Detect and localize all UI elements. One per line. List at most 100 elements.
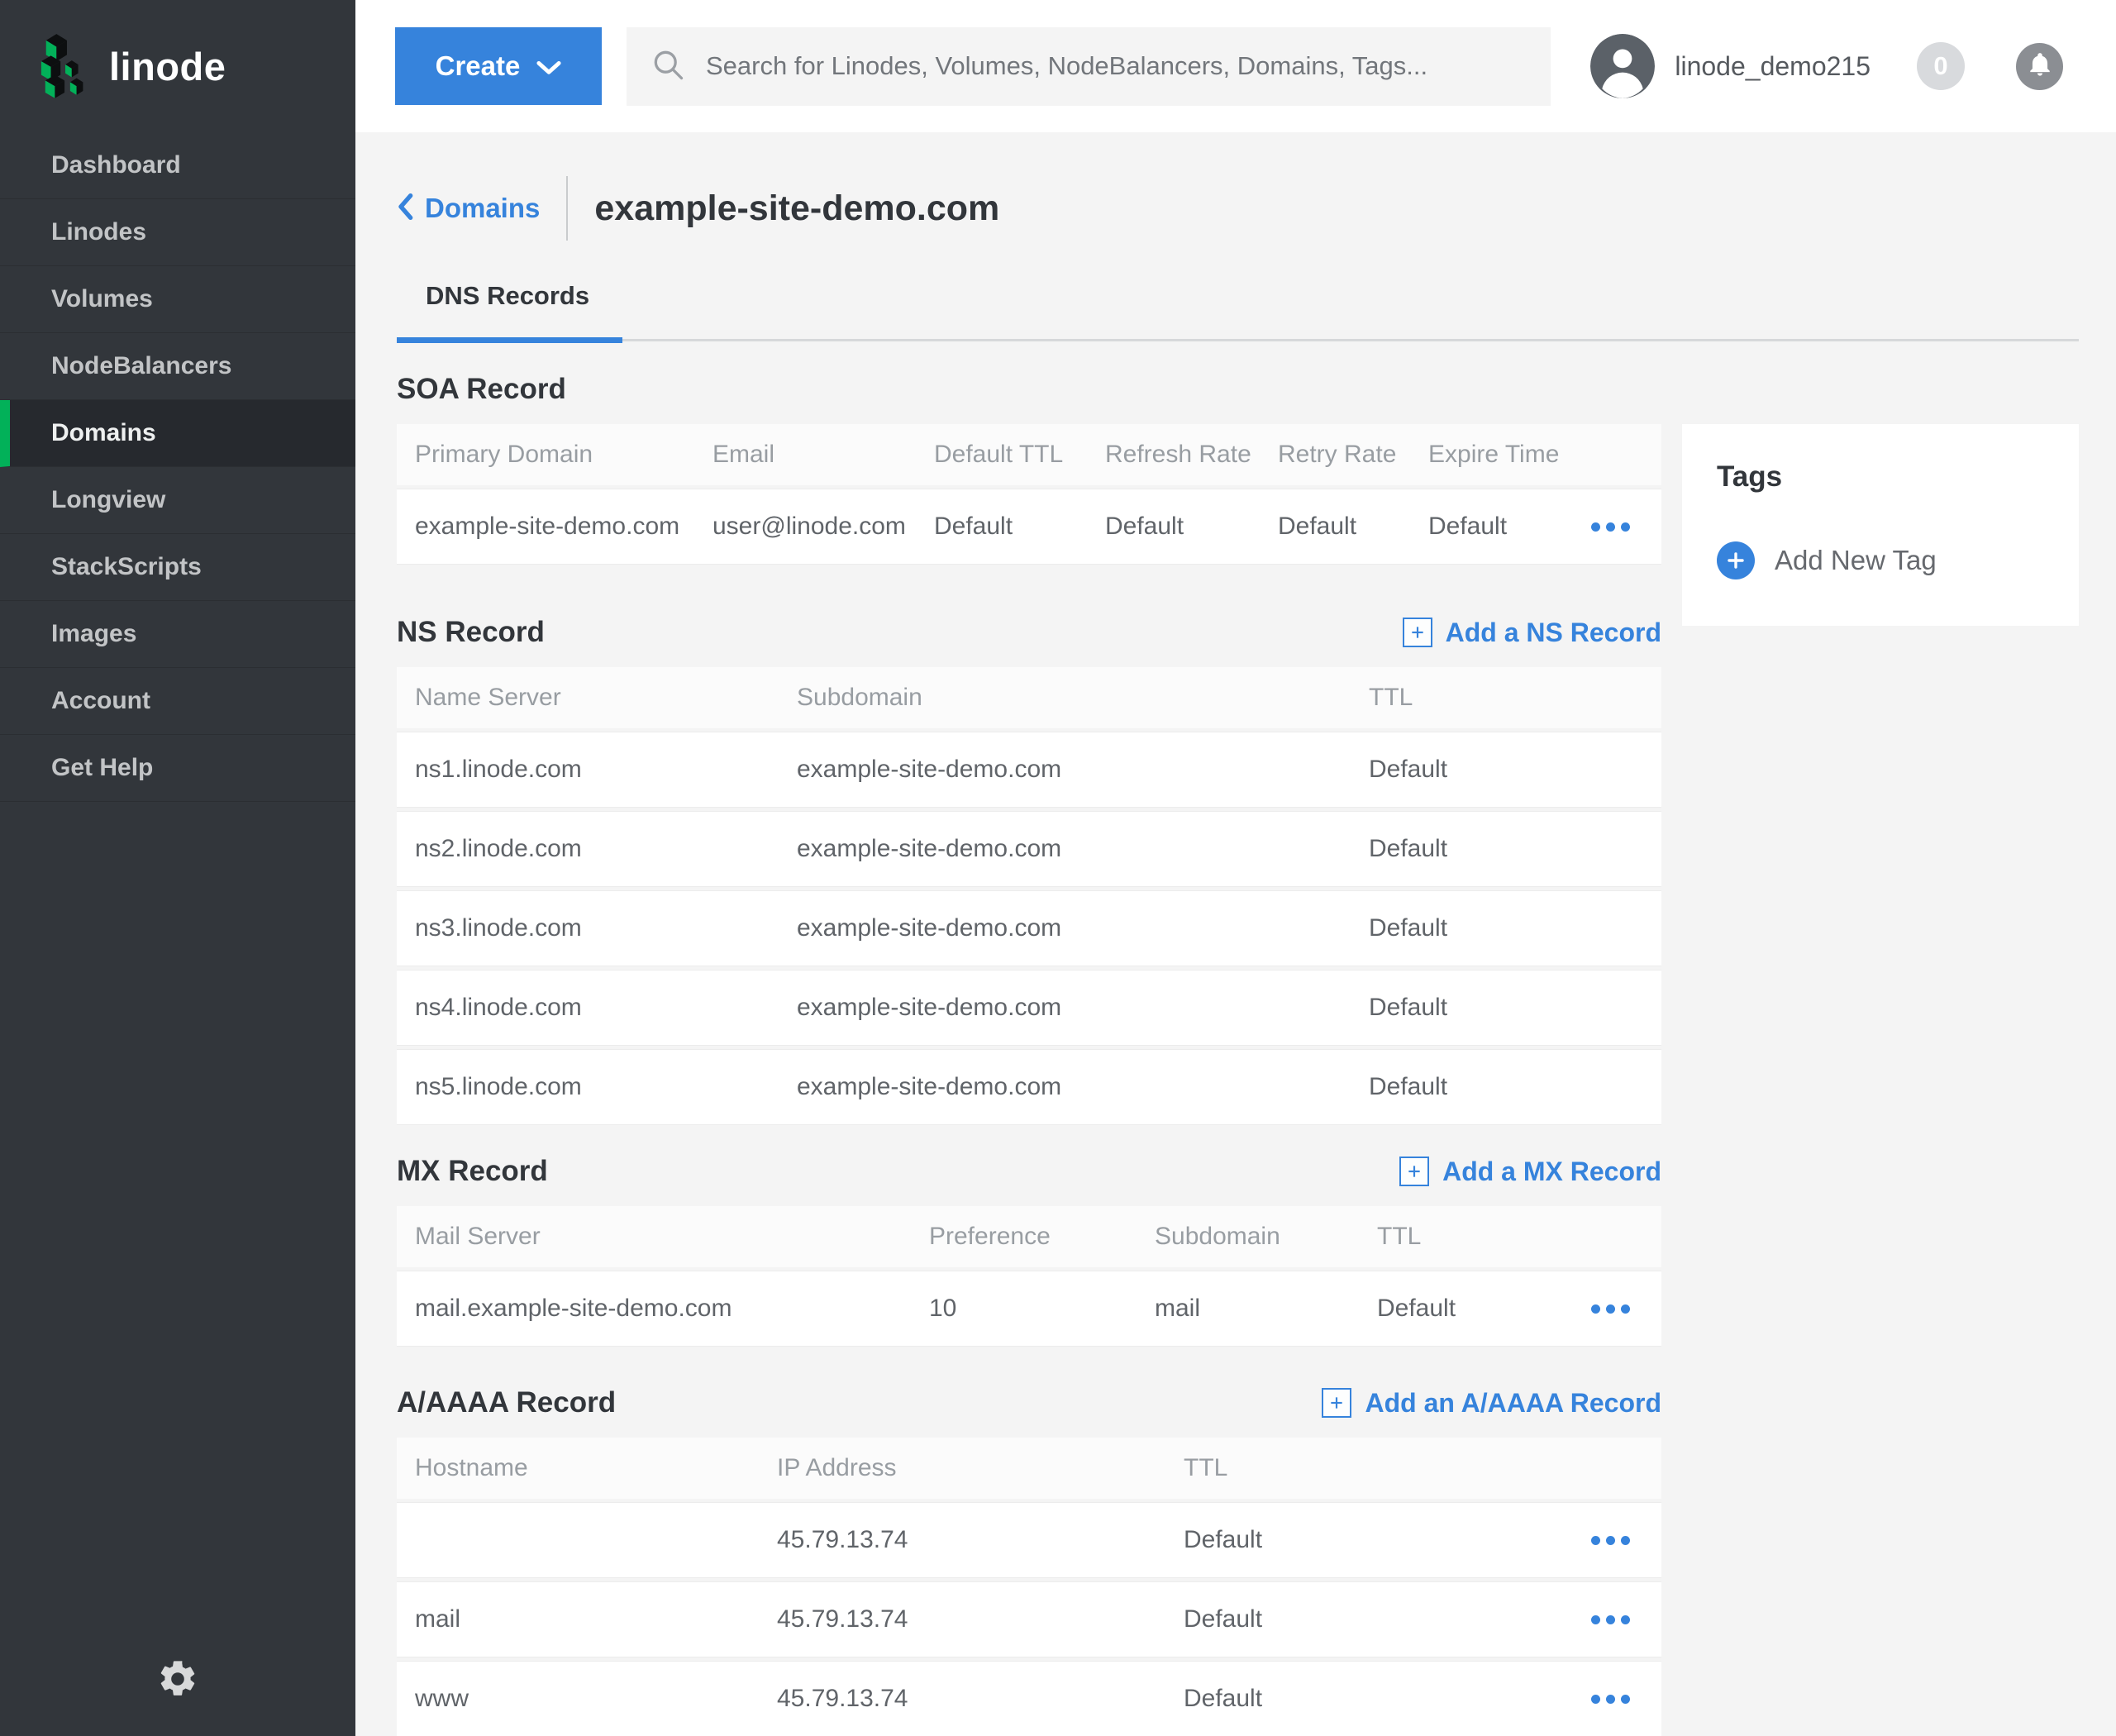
row-actions-menu-icon[interactable] xyxy=(1570,1536,1661,1545)
bell-icon xyxy=(2027,51,2053,82)
ns-ttl: Default xyxy=(1369,1073,1661,1101)
column-header: TTL xyxy=(1377,1223,1570,1251)
ns-subdomain: example-site-demo.com xyxy=(797,835,1369,863)
sidebar-item-volumes[interactable]: Volumes xyxy=(0,266,355,333)
row-actions-menu-icon[interactable] xyxy=(1570,1304,1661,1314)
column-header: TTL xyxy=(1184,1454,1570,1482)
global-search xyxy=(627,27,1551,106)
sidebar-item-images[interactable]: Images xyxy=(0,601,355,668)
a-ttl: Default xyxy=(1184,1685,1570,1713)
tags-panel-title: Tags xyxy=(1717,460,2044,494)
sidebar-item-label: NodeBalancers xyxy=(51,352,231,380)
mx-subdomain: mail xyxy=(1155,1295,1377,1323)
notification-count-badge[interactable]: 0 xyxy=(1917,42,1965,90)
sidebar-item-label: Longview xyxy=(51,486,165,514)
chevron-left-icon xyxy=(397,193,413,225)
avatar[interactable] xyxy=(1590,34,1655,98)
plus-circle-icon xyxy=(1717,541,1755,579)
sidebar-item-domains[interactable]: Domains xyxy=(0,400,355,467)
a-ip-address: 45.79.13.74 xyxy=(777,1605,1184,1633)
add-a-record-button[interactable]: Add an A/AAAA Record xyxy=(1322,1388,1661,1419)
table-row: 45.79.13.74 Default xyxy=(397,1502,1661,1578)
sidebar-item-label: Images xyxy=(51,620,136,648)
row-actions-menu-icon[interactable] xyxy=(1570,1695,1661,1704)
gear-icon xyxy=(156,1690,199,1704)
mx-ttl: Default xyxy=(1377,1295,1570,1323)
column-header: Expire Time xyxy=(1428,441,1570,469)
breadcrumb-domains-link[interactable]: Domains xyxy=(397,193,540,225)
sidebar-item-get-help[interactable]: Get Help xyxy=(0,735,355,802)
column-header: Hostname xyxy=(415,1454,777,1482)
column-header: TTL xyxy=(1369,684,1661,712)
column-header: Preference xyxy=(929,1223,1155,1251)
column-header: IP Address xyxy=(777,1454,1184,1482)
column-header: Name Server xyxy=(415,684,797,712)
add-new-tag-label: Add New Tag xyxy=(1775,545,1937,576)
column-header: Subdomain xyxy=(797,684,1369,712)
a-table-header: Hostname IP Address TTL xyxy=(397,1438,1661,1499)
create-button[interactable]: Create xyxy=(395,27,602,105)
table-row: mail.example-site-demo.com 10 mail Defau… xyxy=(397,1271,1661,1347)
tags-panel: Tags Add New Tag xyxy=(1682,424,2079,626)
sidebar-item-dashboard[interactable]: Dashboard xyxy=(0,132,355,199)
linode-logo[interactable]: linode xyxy=(0,0,355,132)
column-header: Retry Rate xyxy=(1278,441,1428,469)
table-row: ns5.linode.com example-site-demo.com Def… xyxy=(397,1049,1661,1125)
soa-section-title: SOA Record xyxy=(397,373,566,406)
ns-name-server: ns1.linode.com xyxy=(415,756,797,784)
add-a-record-label: Add an A/AAAA Record xyxy=(1365,1388,1661,1419)
ns-subdomain: example-site-demo.com xyxy=(797,756,1369,784)
records-column: SOA Record Primary Domain Email Default … xyxy=(397,341,1661,1736)
username[interactable]: linode_demo215 xyxy=(1675,51,1871,82)
ns-table-header: Name Server Subdomain TTL xyxy=(397,667,1661,728)
search-input[interactable] xyxy=(706,51,1527,81)
sidebar-item-label: Get Help xyxy=(51,754,153,782)
add-mx-record-button[interactable]: Add a MX Record xyxy=(1399,1157,1661,1187)
ns-name-server: ns5.linode.com xyxy=(415,1073,797,1101)
column-header: Default TTL xyxy=(934,441,1105,469)
ns-ttl: Default xyxy=(1369,756,1661,784)
notification-count: 0 xyxy=(1933,51,1947,81)
column-header: Refresh Rate xyxy=(1105,441,1278,469)
column-header: Email xyxy=(712,441,934,469)
breadcrumb-divider xyxy=(566,176,568,241)
row-actions-menu-icon[interactable] xyxy=(1570,522,1661,532)
a-ip-address: 45.79.13.74 xyxy=(777,1526,1184,1554)
soa-email: user@linode.com xyxy=(712,513,934,541)
row-actions-menu-icon[interactable] xyxy=(1570,1615,1661,1624)
side-column: Tags Add New Tag xyxy=(1682,341,2079,1736)
sidebar-item-longview[interactable]: Longview xyxy=(0,467,355,534)
topbar: Create linode_demo215 0 xyxy=(355,0,2116,132)
settings-button[interactable] xyxy=(156,1657,199,1705)
ns-name-server: ns4.linode.com xyxy=(415,994,797,1022)
a-ttl: Default xyxy=(1184,1605,1570,1633)
ns-name-server: ns3.linode.com xyxy=(415,914,797,942)
tab-dns-records[interactable]: DNS Records xyxy=(397,281,622,339)
add-ns-record-button[interactable]: Add a NS Record xyxy=(1403,618,1661,648)
column-header: Mail Server xyxy=(415,1223,929,1251)
soa-retry-rate: Default xyxy=(1278,513,1428,541)
table-row: www 45.79.13.74 Default xyxy=(397,1661,1661,1736)
sidebar: linode Dashboard Linodes Volumes NodeBal… xyxy=(0,0,355,1736)
sidebar-item-account[interactable]: Account xyxy=(0,668,355,735)
add-ns-record-label: Add a NS Record xyxy=(1446,618,1661,648)
plus-square-icon xyxy=(1403,618,1432,647)
soa-expire-time: Default xyxy=(1428,513,1570,541)
sidebar-item-linodes[interactable]: Linodes xyxy=(0,199,355,266)
mx-mail-server: mail.example-site-demo.com xyxy=(415,1295,929,1323)
add-new-tag-button[interactable]: Add New Tag xyxy=(1717,541,2044,579)
sidebar-item-label: Linodes xyxy=(51,218,146,246)
ns-name-server: ns2.linode.com xyxy=(415,835,797,863)
ns-ttl: Default xyxy=(1369,914,1661,942)
sidebar-item-label: Account xyxy=(51,687,150,715)
linode-logo-icon xyxy=(38,31,94,103)
breadcrumb-label: Domains xyxy=(425,193,540,224)
soa-table-header: Primary Domain Email Default TTL Refresh… xyxy=(397,424,1661,485)
chevron-down-icon xyxy=(520,50,561,82)
notifications-button[interactable] xyxy=(2016,43,2063,90)
add-mx-record-label: Add a MX Record xyxy=(1442,1157,1661,1187)
table-row: ns3.linode.com example-site-demo.com Def… xyxy=(397,890,1661,966)
sidebar-item-nodebalancers[interactable]: NodeBalancers xyxy=(0,333,355,400)
sidebar-item-stackscripts[interactable]: StackScripts xyxy=(0,534,355,601)
mx-section-title: MX Record xyxy=(397,1155,548,1188)
